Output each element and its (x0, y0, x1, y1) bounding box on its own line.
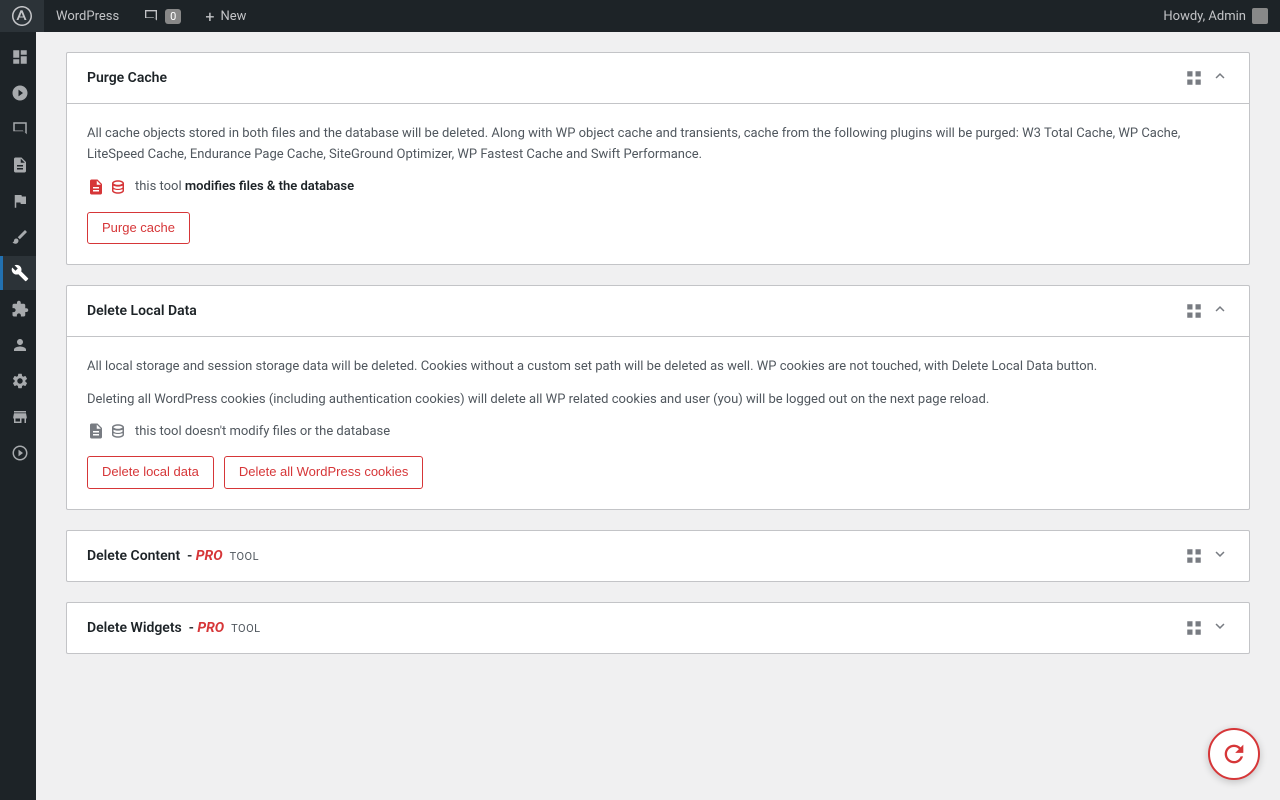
delete-content-title: Delete Content - PRO TOOL (87, 548, 259, 564)
grid-icon (1185, 69, 1203, 87)
chevron-down-icon-2 (1211, 617, 1229, 635)
adminbar-comments[interactable]: 0 (131, 0, 193, 32)
purge-cache-tool-info: this tool modifies files & the database (87, 178, 1229, 196)
howdy-label: Howdy, Admin (1163, 9, 1246, 24)
delete-local-data-card: Delete Local Data All local storage and … (66, 285, 1250, 510)
sidebar-item-feedback[interactable] (0, 184, 36, 218)
settings-icon (11, 372, 29, 390)
purge-cache-btn[interactable]: Purge cache (87, 212, 190, 244)
chevron-up-icon-2 (1211, 300, 1229, 318)
chevron-up-icon (1211, 67, 1229, 85)
file-icon (87, 178, 105, 196)
purge-cache-header: Purge Cache (67, 53, 1249, 104)
grid-icon-2 (1185, 302, 1203, 320)
purge-cache-info-text: this tool modifies files & the database (135, 179, 354, 194)
tools-icon (11, 264, 29, 282)
sidebar-item-media[interactable] (0, 436, 36, 470)
new-icon: + (205, 7, 214, 26)
purge-cache-collapse-btn[interactable] (1211, 67, 1229, 89)
comments-count: 0 (165, 9, 181, 24)
adminbar-right: Howdy, Admin (1151, 0, 1280, 32)
tool-info-icons (87, 178, 127, 196)
sidebar (0, 32, 36, 800)
grid-icon-3 (1185, 547, 1203, 565)
delete-local-data-controls (1185, 300, 1229, 322)
adminbar-left: WordPress 0 + New (0, 0, 258, 32)
store-icon (11, 408, 29, 426)
sidebar-item-pages[interactable] (0, 148, 36, 182)
feedback-icon (11, 192, 29, 210)
site-name-label: WordPress (56, 9, 119, 24)
delete-content-grid-icon[interactable] (1185, 547, 1203, 565)
delete-local-data-body: All local storage and session storage da… (67, 337, 1249, 509)
sidebar-comments-icon (11, 120, 29, 138)
comments-icon (143, 8, 159, 24)
posts-icon (11, 84, 29, 102)
delete-local-data-text-1: All local storage and session storage da… (87, 357, 1229, 378)
sidebar-item-comments[interactable] (0, 112, 36, 146)
wp-logo-icon (12, 6, 32, 26)
delete-local-data-header: Delete Local Data (67, 286, 1249, 337)
delete-content-controls (1185, 545, 1229, 567)
adminbar-wp-logo[interactable] (0, 0, 44, 32)
purge-cache-btn-row: Purge cache (87, 212, 1229, 244)
delete-local-btn-row: Delete local data Delete all WordPress c… (87, 456, 1229, 488)
delete-widgets-controls (1185, 617, 1229, 639)
plugins-icon (11, 300, 29, 318)
refresh-icon (1220, 740, 1248, 768)
pages-icon (11, 156, 29, 174)
sidebar-item-settings[interactable] (0, 364, 36, 398)
delete-content-header: Delete Content - PRO TOOL (67, 531, 1249, 581)
database-icon-gray (109, 422, 127, 440)
sidebar-item-appearance[interactable] (0, 220, 36, 254)
admin-avatar (1252, 8, 1268, 24)
layout: Purge Cache All cache objects stored in … (0, 32, 1280, 800)
purge-cache-title: Purge Cache (87, 70, 167, 86)
purge-cache-description: All cache objects stored in both files a… (87, 124, 1229, 166)
grid-icon-4 (1185, 619, 1203, 637)
tool-info-icons-2 (87, 422, 127, 440)
delete-wp-cookies-btn[interactable]: Delete all WordPress cookies (224, 456, 424, 488)
delete-widgets-grid-icon[interactable] (1185, 619, 1203, 637)
appearance-icon (11, 228, 29, 246)
delete-local-tool-info: this tool doesn't modify files or the da… (87, 422, 1229, 440)
users-icon (11, 336, 29, 354)
delete-local-info-text: this tool doesn't modify files or the da… (135, 424, 390, 439)
main-content: Purge Cache All cache objects stored in … (36, 32, 1280, 800)
delete-widgets-title: Delete Widgets - PRO TOOL (87, 620, 261, 636)
admin-bar: WordPress 0 + New Howdy, Admin (0, 0, 1280, 32)
delete-content-expand-btn[interactable] (1211, 545, 1229, 567)
sidebar-item-store[interactable] (0, 400, 36, 434)
dashboard-icon (11, 48, 29, 66)
chevron-down-icon (1211, 545, 1229, 563)
adminbar-new[interactable]: + New (193, 0, 258, 32)
delete-widgets-expand-btn[interactable] (1211, 617, 1229, 639)
sidebar-item-users[interactable] (0, 328, 36, 362)
new-label: New (220, 9, 246, 24)
sidebar-item-posts[interactable] (0, 76, 36, 110)
delete-local-data-text-2: Deleting all WordPress cookies (includin… (87, 390, 1229, 411)
purge-cache-body: All cache objects stored in both files a… (67, 104, 1249, 264)
delete-content-card: Delete Content - PRO TOOL (66, 530, 1250, 582)
sidebar-item-plugins[interactable] (0, 292, 36, 326)
delete-widgets-card: Delete Widgets - PRO TOOL (66, 602, 1250, 654)
purge-cache-card: Purge Cache All cache objects stored in … (66, 52, 1250, 265)
purge-cache-controls (1185, 67, 1229, 89)
delete-widgets-header: Delete Widgets - PRO TOOL (67, 603, 1249, 653)
refresh-button[interactable] (1208, 728, 1260, 780)
purge-cache-grid-icon[interactable] (1185, 69, 1203, 87)
delete-local-data-title: Delete Local Data (87, 303, 197, 319)
file-icon-gray (87, 422, 105, 440)
delete-local-collapse-btn[interactable] (1211, 300, 1229, 322)
sidebar-item-dashboard[interactable] (0, 40, 36, 74)
sidebar-item-tools[interactable] (0, 256, 36, 290)
media-icon (11, 444, 29, 462)
delete-local-data-btn[interactable]: Delete local data (87, 456, 214, 488)
delete-local-grid-icon[interactable] (1185, 302, 1203, 320)
database-icon (109, 178, 127, 196)
adminbar-site-name[interactable]: WordPress (44, 0, 131, 32)
